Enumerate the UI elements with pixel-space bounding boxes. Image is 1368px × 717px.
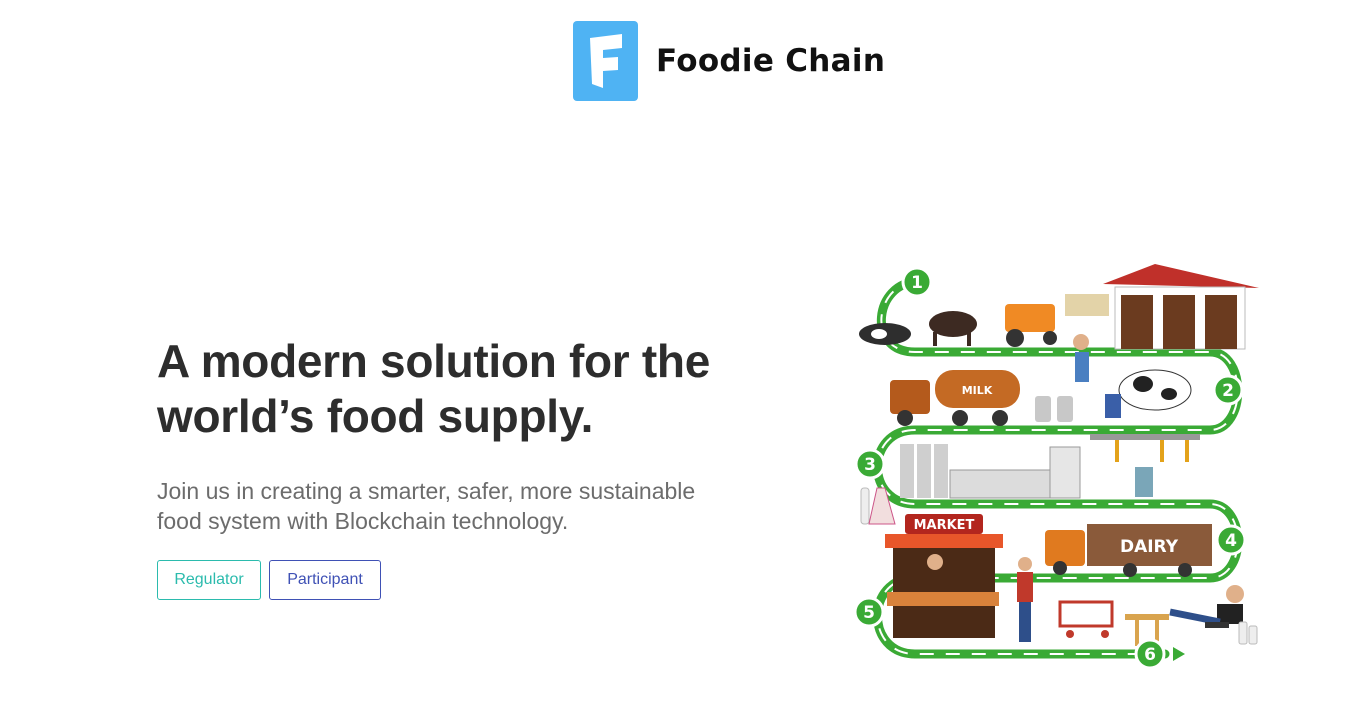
dairy-truck-cab-icon <box>1045 530 1085 566</box>
market-awning-icon <box>885 534 1003 548</box>
svg-text:1: 1 <box>911 273 923 293</box>
silos-icon <box>900 444 914 498</box>
hay-bales-icon <box>1065 294 1109 316</box>
brand-header: Foodie Chain <box>573 20 885 101</box>
step-badge-2: 2 <box>1212 374 1244 406</box>
milk-cans-icon <box>1035 396 1051 422</box>
foodie-chain-logo-icon[interactable] <box>573 20 638 101</box>
farmer-icon <box>1073 334 1089 350</box>
milk-tanker-label: MILK <box>962 384 993 397</box>
path-arrow-icon <box>1173 647 1185 661</box>
step-badge-4: 4 <box>1215 524 1247 556</box>
market-sign-label: MARKET <box>914 518 975 533</box>
tractor-icon <box>1005 304 1055 332</box>
hero-subtitle: Join us in creating a smarter, safer, mo… <box>157 478 696 534</box>
participant-button[interactable]: Participant <box>269 560 381 600</box>
svg-text:3: 3 <box>864 455 876 475</box>
svg-text:6: 6 <box>1144 645 1156 665</box>
vendor-icon <box>927 554 943 570</box>
step-6-consumer <box>1125 585 1258 646</box>
step-3-processing <box>860 434 1200 525</box>
milk-truck-cab-icon <box>890 380 930 414</box>
brand-name[interactable]: Foodie Chain <box>656 43 885 79</box>
hero-section: A modern solution for the world’s food s… <box>157 334 777 600</box>
dairy-trailer-label: DAIRY <box>1120 537 1179 557</box>
step-badge-6: 6 <box>1134 638 1166 670</box>
barn-roof-icon <box>1103 264 1259 288</box>
relaxing-man-icon <box>1226 585 1244 603</box>
svg-text:2: 2 <box>1222 381 1234 401</box>
office-chair-icon <box>1205 622 1229 628</box>
market-counter-icon <box>887 592 999 606</box>
dairy-cow-icon <box>1118 369 1192 411</box>
supply-chain-illustration: MILK DAIRY MARKET 1 2 3 4 5 6 <box>855 264 1259 670</box>
svg-text:5: 5 <box>863 603 875 623</box>
control-panel-icon <box>1135 467 1153 497</box>
shopper-icon <box>1018 557 1032 571</box>
bottling-line-icon <box>1090 434 1200 440</box>
milking-machine-icon <box>1105 394 1121 418</box>
table-icon <box>1125 614 1169 620</box>
hero-title: A modern solution for the world’s food s… <box>157 335 710 442</box>
role-buttons: Regulator Participant <box>157 560 777 600</box>
shopping-cart-icon <box>1058 600 1114 628</box>
step-4-transport: DAIRY <box>1045 524 1212 577</box>
step-badge-1: 1 <box>901 266 933 298</box>
step-badge-3: 3 <box>855 448 886 480</box>
factory-icon <box>949 469 1061 499</box>
svg-text:4: 4 <box>1225 531 1237 551</box>
step-badge-5: 5 <box>855 596 885 628</box>
regulator-button[interactable]: Regulator <box>157 560 261 600</box>
